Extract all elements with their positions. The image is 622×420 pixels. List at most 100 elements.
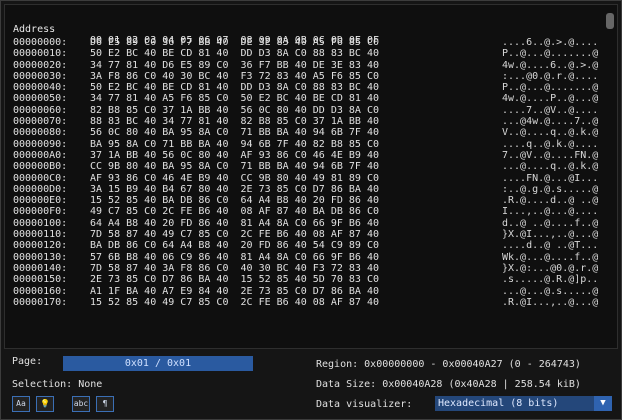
- row-hex-bytes[interactable]: 49 C7 85 C0 2C FE B6 40 08 AF 87 40 BA D…: [90, 206, 379, 217]
- row-hex-bytes[interactable]: 34 77 81 40 D6 E5 89 C0 36 F7 BB 40 DE 3…: [90, 60, 379, 71]
- row-ascii[interactable]: I...,..@...@....: [502, 206, 598, 217]
- page-label: Page:: [12, 356, 43, 367]
- hex-rows[interactable]: 00000000: D6 E5 89 C0 36 F7 BB 40 DE 3E 8…: [13, 37, 603, 308]
- row-ascii[interactable]: .R.@....d..@ ..@: [502, 195, 598, 206]
- row-address: 00000070:: [13, 116, 68, 128]
- hex-row[interactable]: 00000050: 34 77 81 40 A5 F6 85 C0 50 E2 B…: [13, 93, 603, 104]
- case-toggle-icon[interactable]: Aa: [12, 396, 30, 412]
- row-hex-bytes[interactable]: CC 9B 80 40 BA 95 8A C0 71 BB BA 40 94 6…: [90, 161, 379, 172]
- row-ascii[interactable]: d..@ ..@....f..@: [502, 218, 598, 229]
- row-hex-bytes[interactable]: BA DB 86 C0 64 A4 B8 40 20 FD 86 40 54 C…: [90, 240, 379, 251]
- vertical-scrollbar[interactable]: [606, 13, 614, 341]
- row-ascii[interactable]: P..@...@.......@: [502, 48, 598, 59]
- row-ascii[interactable]: ....6..@.>.@....: [502, 37, 598, 48]
- row-ascii[interactable]: .R.@I...,..@...@: [502, 297, 598, 308]
- region-info: Region: 0x00000000 - 0x00040A27 (0 - 264…: [316, 359, 581, 370]
- row-ascii[interactable]: ....d..@ ..@T...: [502, 240, 598, 251]
- selection-info: Selection: None: [12, 379, 103, 390]
- pilcrow-icon[interactable]: ¶: [96, 396, 114, 412]
- row-ascii[interactable]: }X.@I...,..@...@: [502, 229, 598, 240]
- row-hex-bytes[interactable]: 88 83 BC 40 34 77 81 40 82 B8 85 C0 37 1…: [90, 116, 379, 127]
- data-visualizer-label: Data visualizer:: [316, 399, 413, 410]
- row-hex-bytes[interactable]: A1 1F BA 40 A7 E9 84 40 2E 73 85 C0 D7 8…: [90, 286, 379, 297]
- hex-row[interactable]: 00000090: BA 95 8A C0 71 BB BA 40 94 6B 7…: [13, 139, 603, 150]
- row-ascii[interactable]: :...@0.@.r.@....: [502, 71, 598, 82]
- page-slider[interactable]: 0x01 / 0x01: [63, 356, 253, 371]
- hex-row[interactable]: 00000070: 88 83 BC 40 34 77 81 40 82 B8 8…: [13, 116, 603, 127]
- row-hex-bytes[interactable]: 64 A4 B8 40 20 FD 86 40 81 A4 8A C0 66 9…: [90, 218, 379, 229]
- row-ascii[interactable]: V..@....q..@.k.@: [502, 127, 598, 138]
- row-ascii[interactable]: ...@...@.s.....@: [502, 286, 598, 297]
- row-hex-bytes[interactable]: AF 93 86 C0 46 4E B9 40 CC 9B 80 40 49 8…: [90, 173, 379, 184]
- hex-row[interactable]: 00000170: 15 52 85 40 49 C7 85 C0 2C FE B…: [13, 297, 603, 308]
- row-hex-bytes[interactable]: 82 B8 85 C0 37 1A BB 40 56 0C 80 40 DD D…: [90, 105, 379, 116]
- data-visualizer-select[interactable]: Hexadecimal (8 bits) ▼: [435, 396, 612, 411]
- hex-row[interactable]: 000000E0: 15 52 85 40 BA DB 86 C0 64 A4 B…: [13, 195, 603, 206]
- hex-row[interactable]: 000000C0: AF 93 86 C0 46 4E B9 40 CC 9B 8…: [13, 173, 603, 184]
- row-ascii[interactable]: Wk.@...@....f..@: [502, 252, 598, 263]
- address-column-label: Address: [13, 24, 56, 35]
- row-ascii[interactable]: ....q..@.k.@....: [502, 139, 598, 150]
- hex-row[interactable]: 00000010: 50 E2 BC 40 BE CD 81 40 DD D3 8…: [13, 48, 603, 59]
- row-hex-bytes[interactable]: 15 52 85 40 49 C7 85 C0 2C FE B6 40 08 A…: [90, 297, 379, 308]
- hex-row[interactable]: 000000B0: CC 9B 80 40 BA 95 8A C0 71 BB B…: [13, 161, 603, 172]
- row-hex-bytes[interactable]: 15 52 85 40 BA DB 86 C0 64 A4 B8 40 20 F…: [90, 195, 379, 206]
- row-address: 00000110:: [13, 229, 68, 241]
- scrollbar-thumb[interactable]: [606, 13, 614, 29]
- row-hex-bytes[interactable]: 34 77 81 40 A5 F6 85 C0 50 E2 BC 40 BE C…: [90, 93, 379, 104]
- row-hex-bytes[interactable]: 7D 58 87 40 3A F8 86 C0 40 30 BC 40 F3 7…: [90, 263, 379, 274]
- row-address: 00000010:: [13, 48, 68, 60]
- hex-view-pane[interactable]: Address 00 01 02 03 04 05 06 07 08 09 0A…: [4, 4, 618, 349]
- row-address: 00000020:: [13, 59, 68, 71]
- hex-row[interactable]: 00000040: 50 E2 BC 40 BE CD 81 40 DD D3 8…: [13, 82, 603, 93]
- row-ascii[interactable]: 4w.@....P..@...@: [502, 93, 598, 104]
- row-ascii[interactable]: }X.@:...@0.@.r.@: [502, 263, 598, 274]
- row-address: 00000050:: [13, 93, 68, 105]
- hex-row[interactable]: 00000110: 7D 58 87 40 49 C7 85 C0 2C FE B…: [13, 229, 603, 240]
- hex-row[interactable]: 00000150: 2E 73 85 C0 D7 86 BA 40 15 52 8…: [13, 274, 603, 285]
- row-address: 000000D0:: [13, 183, 68, 195]
- hex-row[interactable]: 000000F0: 49 C7 85 C0 2C FE B6 40 08 AF 8…: [13, 206, 603, 217]
- row-ascii[interactable]: 4w.@....6..@.>.@: [502, 60, 598, 71]
- row-hex-bytes[interactable]: 7D 58 87 40 49 C7 85 C0 2C FE B6 40 08 A…: [90, 229, 379, 240]
- hex-row[interactable]: 00000060: 82 B8 85 C0 37 1A BB 40 56 0C 8…: [13, 105, 603, 116]
- lightbulb-icon[interactable]: 💡: [36, 396, 54, 412]
- hex-row[interactable]: 00000130: 57 6B B8 40 06 C9 86 40 81 A4 8…: [13, 252, 603, 263]
- data-visualizer-value: Hexadecimal (8 bits): [438, 398, 559, 409]
- row-hex-bytes[interactable]: D6 E5 89 C0 36 F7 BB 40 DE 3E 83 40 A5 F…: [90, 37, 379, 48]
- row-address: 000000C0:: [13, 172, 68, 184]
- row-ascii[interactable]: ...@....q..@.k.@: [502, 161, 598, 172]
- row-hex-bytes[interactable]: 50 E2 BC 40 BE CD 81 40 DD D3 8A C0 88 8…: [90, 48, 379, 59]
- hex-row[interactable]: 00000140: 7D 58 87 40 3A F8 86 C0 40 30 B…: [13, 263, 603, 274]
- hex-row[interactable]: 00000020: 34 77 81 40 D6 E5 89 C0 36 F7 B…: [13, 60, 603, 71]
- dropdown-arrow-icon[interactable]: ▼: [594, 396, 612, 411]
- row-hex-bytes[interactable]: 50 E2 BC 40 BE CD 81 40 DD D3 8A C0 88 8…: [90, 82, 379, 93]
- row-hex-bytes[interactable]: 2E 73 85 C0 D7 86 BA 40 15 52 85 40 5D 7…: [90, 274, 379, 285]
- hex-row[interactable]: 00000080: 56 0C 80 40 BA 95 8A C0 71 BB B…: [13, 127, 603, 138]
- row-hex-bytes[interactable]: 3A F8 86 C0 40 30 BC 40 F3 72 83 40 A5 F…: [90, 71, 379, 82]
- row-ascii[interactable]: ...@4w.@....7..@: [502, 116, 598, 127]
- row-hex-bytes[interactable]: 57 6B B8 40 06 C9 86 40 81 A4 8A C0 66 9…: [90, 252, 379, 263]
- row-hex-bytes[interactable]: BA 95 8A C0 71 BB BA 40 94 6B 7F 40 82 B…: [90, 139, 379, 150]
- row-ascii[interactable]: ....FN.@...@I...: [502, 173, 598, 184]
- hex-row[interactable]: 00000000: D6 E5 89 C0 36 F7 BB 40 DE 3E 8…: [13, 37, 603, 48]
- hex-row[interactable]: 00000120: BA DB 86 C0 64 A4 B8 40 20 FD 8…: [13, 240, 603, 251]
- row-address: 00000130:: [13, 251, 68, 263]
- row-hex-bytes[interactable]: 37 1A BB 40 56 0C 80 40 AF 93 86 C0 46 4…: [90, 150, 379, 161]
- hex-row[interactable]: 00000160: A1 1F BA 40 A7 E9 84 40 2E 73 8…: [13, 286, 603, 297]
- hex-row[interactable]: 00000100: 64 A4 B8 40 20 FD 86 40 81 A4 8…: [13, 218, 603, 229]
- row-ascii[interactable]: .s.....@.R.@]p..: [502, 274, 598, 285]
- row-ascii[interactable]: ....7..@V..@....: [502, 105, 598, 116]
- hex-editor-window: Address 00 01 02 03 04 05 06 07 08 09 0A…: [0, 0, 622, 420]
- row-hex-bytes[interactable]: 56 0C 80 40 BA 95 8A C0 71 BB BA 40 94 6…: [90, 127, 379, 138]
- row-ascii[interactable]: P..@...@.......@: [502, 82, 598, 93]
- hex-row[interactable]: 000000A0: 37 1A BB 40 56 0C 80 40 AF 93 8…: [13, 150, 603, 161]
- hex-row[interactable]: 00000030: 3A F8 86 C0 40 30 BC 40 F3 72 8…: [13, 71, 603, 82]
- row-address: 00000040:: [13, 82, 68, 94]
- row-ascii[interactable]: :..@.g.@.s.....@: [502, 184, 598, 195]
- row-hex-bytes[interactable]: 3A 15 B9 40 B4 67 80 40 2E 73 85 C0 D7 8…: [90, 184, 379, 195]
- hex-row[interactable]: 000000D0: 3A 15 B9 40 B4 67 80 40 2E 73 8…: [13, 184, 603, 195]
- ascii-toggle-icon[interactable]: abc: [72, 396, 90, 412]
- row-address: 00000170:: [13, 296, 68, 308]
- row-ascii[interactable]: 7..@V..@....FN.@: [502, 150, 598, 161]
